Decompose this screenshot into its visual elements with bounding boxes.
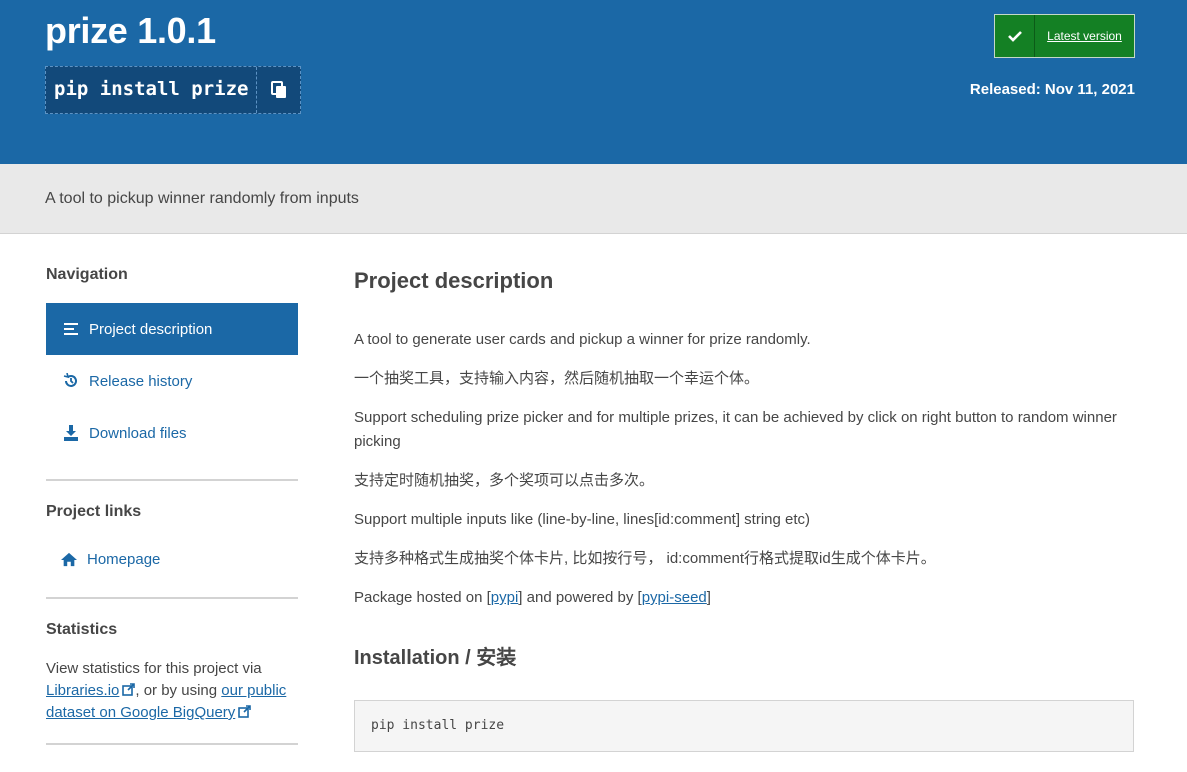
pip-command-box: pip install prize <box>45 66 302 114</box>
libraries-io-link[interactable]: Libraries.io <box>46 682 136 699</box>
description-paragraph: Support multiple inputs like (line-by-li… <box>354 511 811 528</box>
project-description-heading: Project description <box>354 268 554 293</box>
history-icon <box>63 373 79 389</box>
external-link-icon <box>122 683 136 696</box>
navigation-heading: Navigation <box>46 266 128 283</box>
package-title: prize 1.0.1 <box>45 10 216 51</box>
statistics-text: View statistics for this project via Lib… <box>46 658 298 724</box>
installation-heading: Installation / 安装 <box>354 647 517 669</box>
list-icon <box>63 321 79 337</box>
description-paragraph: 一个抽奖工具，支持输入内容，然后随机抽取一个幸运个体。 <box>354 370 760 387</box>
description-paragraph: Support scheduling prize picker and for … <box>354 409 1117 450</box>
copy-button[interactable] <box>256 67 300 113</box>
check-icon <box>995 15 1035 57</box>
package-summary-band: A tool to pickup winner randomly from in… <box>0 164 1187 234</box>
release-date: Released: Nov 11, 2021 <box>969 81 1135 98</box>
description-paragraph: 支持多种格式生成抽奖个体卡片, 比如按行号， id:comment行格式提取id… <box>354 550 936 567</box>
install-code-block: pip install prize <box>354 700 1134 752</box>
hosted-middle: ] and powered by [ <box>518 589 642 606</box>
nav-item-project-description[interactable]: Project description <box>46 303 298 355</box>
libraries-io-label: Libraries.io <box>46 682 120 699</box>
pypi-link[interactable]: pypi <box>491 589 519 606</box>
nav-item-label: Release history <box>89 372 193 390</box>
hosted-prefix: Package hosted on [ <box>354 589 491 606</box>
hosted-paragraph: Package hosted on [pypi] and powered by … <box>354 586 1134 610</box>
package-header: prize 1.0.1 pip install prize Latest ver… <box>0 0 1187 164</box>
nav-item-release-history[interactable]: Release history <box>46 355 298 407</box>
description-paragraph: 支持定时随机抽奖，多个奖项可以点击多次。 <box>354 472 655 489</box>
hosted-suffix: ] <box>706 589 711 606</box>
sidebar-divider <box>46 479 298 481</box>
nav-item-label: Project description <box>89 320 213 338</box>
homepage-label: Homepage <box>87 550 161 568</box>
nav-item-label: Download files <box>89 424 187 442</box>
homepage-link[interactable]: Homepage <box>46 533 298 585</box>
latest-version-link[interactable]: Latest version <box>1035 15 1134 57</box>
external-link-icon <box>238 705 252 718</box>
pip-command: pip install prize <box>54 78 249 100</box>
stats-middle: , or by using <box>135 682 218 699</box>
sidebar-divider <box>46 743 298 745</box>
nav-item-download-files[interactable]: Download files <box>46 407 298 459</box>
package-summary: A tool to pickup winner randomly from in… <box>45 190 359 207</box>
sidebar-divider <box>46 597 298 599</box>
project-links-heading: Project links <box>46 503 142 520</box>
statistics-heading: Statistics <box>46 621 118 638</box>
download-icon <box>63 425 79 441</box>
latest-version-badge[interactable]: Latest version <box>994 14 1135 58</box>
stats-prefix: View statistics for this project via <box>46 660 262 677</box>
pypi-seed-link[interactable]: pypi-seed <box>642 589 707 606</box>
description-paragraph: A tool to generate user cards and pickup… <box>354 331 811 348</box>
copy-icon <box>270 81 286 98</box>
home-icon <box>61 551 77 567</box>
